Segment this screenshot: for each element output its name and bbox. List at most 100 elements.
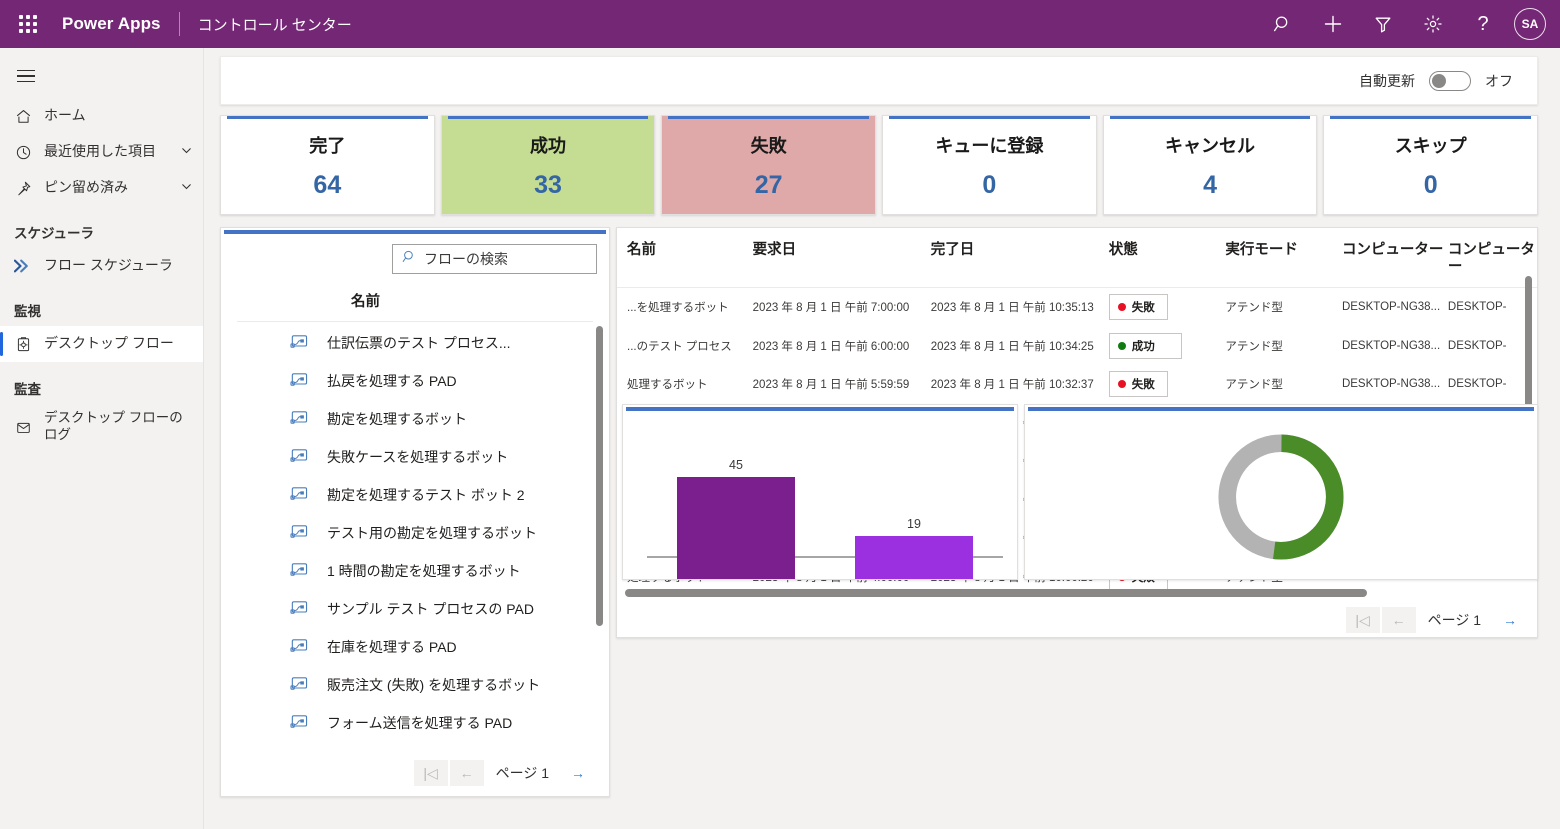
list-item[interactable]: サンプル テスト プロセスの PAD [221, 590, 609, 628]
auto-refresh-bar: 自動更新 オフ [220, 56, 1538, 105]
first-page-button[interactable]: |◁ [1345, 607, 1380, 633]
cell-requested: 2023 年 8 月 1 日 午前 7:00:00 [752, 302, 910, 315]
desktop-flow-item-icon [289, 448, 309, 467]
cell-status: 失敗 [1108, 288, 1226, 327]
cell-name: 処理するボット [627, 379, 708, 392]
filter-icon[interactable] [1360, 0, 1406, 48]
avatar[interactable]: SA [1514, 8, 1546, 40]
kpi-value: 27 [754, 171, 783, 199]
cell-requested: 2023 年 8 月 1 日 午前 6:00:00 [752, 340, 910, 353]
cell-machine: DESKTOP-NG38... [1341, 301, 1441, 314]
column-header-name[interactable]: 名前 [617, 228, 753, 289]
status-dot-failed [1117, 380, 1126, 389]
list-item[interactable]: フォーム送信を処理する PAD [221, 704, 609, 742]
prev-page-button[interactable]: ← [1381, 607, 1416, 633]
help-icon[interactable]: ? [1460, 0, 1506, 48]
cell-status: 成功 [1108, 326, 1226, 365]
pin-icon [14, 180, 32, 197]
kpi-card-completed[interactable]: 完了 64 [220, 115, 435, 215]
bar-rect [855, 536, 973, 579]
bar-column[interactable]: 45 [647, 419, 825, 579]
sidebar-section-scheduler: スケジューラ [14, 226, 95, 241]
sidebar-item-label: デスクトップ フロー [44, 335, 174, 352]
table-horizontal-scrollbar[interactable] [625, 589, 1367, 597]
sidebar-item-desktop-flow-logs[interactable]: デスクトップ フローのログ [0, 404, 203, 450]
list-item-label: 勘定を処理するテスト ボット 2 [327, 487, 525, 503]
kpi-title: 失敗 [750, 136, 787, 156]
column-header-machine[interactable]: コンピューター [1341, 228, 1448, 289]
next-page-button[interactable]: → [561, 760, 595, 786]
donut-chart[interactable] [1025, 415, 1537, 579]
sidebar-item-label: デスクトップ フローのログ [44, 410, 183, 442]
column-header-completed[interactable]: 完了日 [930, 228, 1109, 289]
flow-list: 仕訳伝票のテスト プロセス... 払戻を処理する PAD 勘定を処理するボット … [221, 322, 609, 752]
list-item[interactable]: 販売注文 (失敗) を処理するボット [221, 666, 609, 704]
sidebar-item-flow-scheduler[interactable]: フロー スケジューラ [0, 248, 203, 284]
column-header-status[interactable]: 状態 [1108, 228, 1226, 289]
list-item-label: 仕訳伝票のテスト プロセス... [327, 335, 511, 351]
list-item[interactable]: 在庫を処理する PAD [221, 628, 609, 666]
search-icon[interactable] [1260, 0, 1306, 48]
list-item[interactable]: 払戻を処理する PAD [221, 362, 609, 400]
chevron-down-icon[interactable] [180, 180, 193, 196]
list-item-label: 在庫を処理する PAD [327, 639, 457, 655]
kpi-card-skipped[interactable]: スキップ 0 [1323, 115, 1539, 215]
next-page-button[interactable]: → [1493, 607, 1527, 633]
brand-title[interactable]: Power Apps [62, 14, 161, 34]
table-row[interactable]: 処理するボット 2023 年 8 月 1 日 午前 5:59:59 2023 年… [617, 365, 1537, 404]
flow-column-header: 名前 [237, 282, 593, 322]
auto-refresh-toggle[interactable] [1429, 70, 1471, 91]
waffle-grid-icon[interactable] [8, 4, 48, 44]
flow-search-row: フローの検索 [221, 234, 609, 282]
flow-list-pager: |◁ ← ページ 1 → [221, 752, 609, 796]
avatar-initials: SA [1521, 17, 1539, 31]
bar-chart: 45 19 [647, 419, 1003, 579]
flow-list-scrollbar[interactable] [596, 326, 603, 626]
kpi-value: 0 [1423, 171, 1438, 199]
kpi-card-queued[interactable]: キューに登録 0 [882, 115, 1097, 215]
kpi-title: 成功 [530, 136, 566, 156]
column-header-requested[interactable]: 要求日 [752, 228, 931, 289]
plus-icon[interactable] [1310, 0, 1356, 48]
list-item-label: サンプル テスト プロセスの PAD [327, 601, 534, 617]
list-item-label: 販売注文 (失敗) を処理するボット [327, 677, 541, 693]
list-item[interactable]: 勘定を処理するボット [221, 400, 609, 438]
hamburger-icon[interactable] [4, 54, 48, 98]
kpi-card-success[interactable]: 成功 33 [440, 115, 656, 215]
list-item[interactable]: 1 時間の勘定を処理するボット [221, 552, 609, 590]
desktop-flow-item-icon [289, 524, 309, 543]
kpi-card-cancelled[interactable]: キャンセル 4 [1102, 115, 1318, 215]
list-item[interactable]: 仕訳伝票のテスト プロセス... [221, 324, 609, 362]
status-badge: 失敗 [1108, 294, 1168, 321]
list-item[interactable]: 勘定を処理するテスト ボット 2 [221, 476, 609, 514]
sidebar-item-pinned[interactable]: ピン留め済み [0, 170, 203, 206]
status-badge: 失敗 [1108, 371, 1168, 398]
column-header-machine-2[interactable]: コンピューター [1447, 228, 1537, 289]
cell-machine-2: DESKTOP- [1447, 378, 1507, 391]
page-title: コントロール センター [197, 16, 352, 34]
sidebar-section-monitor: 監視 [14, 304, 41, 319]
cell-run-mode: アテンド型 [1225, 379, 1283, 392]
desktop-flow-item-icon [289, 334, 309, 353]
chevron-down-icon[interactable] [180, 144, 193, 160]
gear-icon[interactable] [1410, 0, 1456, 48]
table-row[interactable]: ...のテスト プロセス 2023 年 8 月 1 日 午前 6:00:00 2… [617, 326, 1537, 365]
cell-status: 失敗 [1108, 365, 1226, 404]
first-page-button[interactable]: |◁ [413, 760, 448, 786]
sidebar-item-recent[interactable]: 最近使用した項目 [0, 134, 203, 170]
sidebar-item-home[interactable]: ホーム [0, 98, 203, 134]
sidebar-item-desktop-flow[interactable]: デスクトップ フロー [0, 326, 203, 362]
bar-column[interactable]: 19 [825, 419, 1003, 579]
list-item-label: 払戻を処理する PAD [327, 373, 457, 389]
sidebar-item-label: ホーム [44, 107, 86, 124]
kpi-value: 33 [534, 171, 562, 199]
panel-accent-bar [1028, 407, 1534, 411]
kpi-card-failed[interactable]: 失敗 27 [661, 115, 877, 215]
list-item[interactable]: 失敗ケースを処理するボット [221, 438, 609, 476]
table-row[interactable]: ...を処理するボット 2023 年 8 月 1 日 午前 7:00:00 20… [617, 288, 1537, 327]
list-item[interactable]: テスト用の勘定を処理するボット [221, 514, 609, 552]
prev-page-button[interactable]: ← [449, 760, 484, 786]
cell-machine: DESKTOP-NG38... [1341, 339, 1441, 352]
column-header-run-mode[interactable]: 実行モード [1225, 228, 1342, 289]
search-input[interactable]: フローの検索 [392, 244, 597, 274]
